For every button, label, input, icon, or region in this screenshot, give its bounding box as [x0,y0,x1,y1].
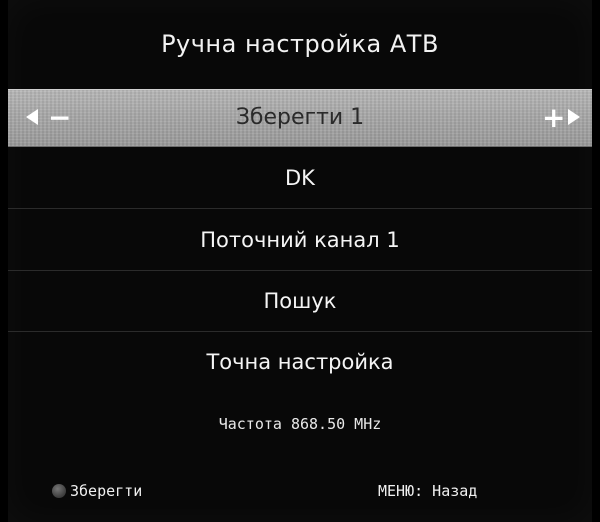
tv-osd-screen: Ручна настройка АТВ − Зберегти 1 + DK По… [8,0,592,522]
menu-title: Ручна настройка АТВ [161,30,439,58]
save-slot-selector[interactable]: − Зберегти 1 + [8,89,592,147]
frequency-readout: Частота 868.50 MHz [218,415,382,433]
footer-back-hint[interactable]: МЕНЮ: Назад [378,478,477,504]
triangle-right-icon[interactable] [568,109,580,125]
plus-icon[interactable]: + [542,100,565,136]
footer-save-hint[interactable]: Зберегти [52,478,142,504]
menu-item-current-channel[interactable]: Поточний канал 1 [8,211,592,271]
menu-item-sound-system[interactable]: DK [8,149,592,209]
menu-item-fine-tune[interactable]: Точна настройка [8,333,592,393]
save-slot-label: Зберегти 1 [235,105,365,130]
green-dot-icon [52,483,66,498]
menu-item-search[interactable]: Пошук [8,272,592,332]
footer-save-label: Зберегти [70,482,143,500]
